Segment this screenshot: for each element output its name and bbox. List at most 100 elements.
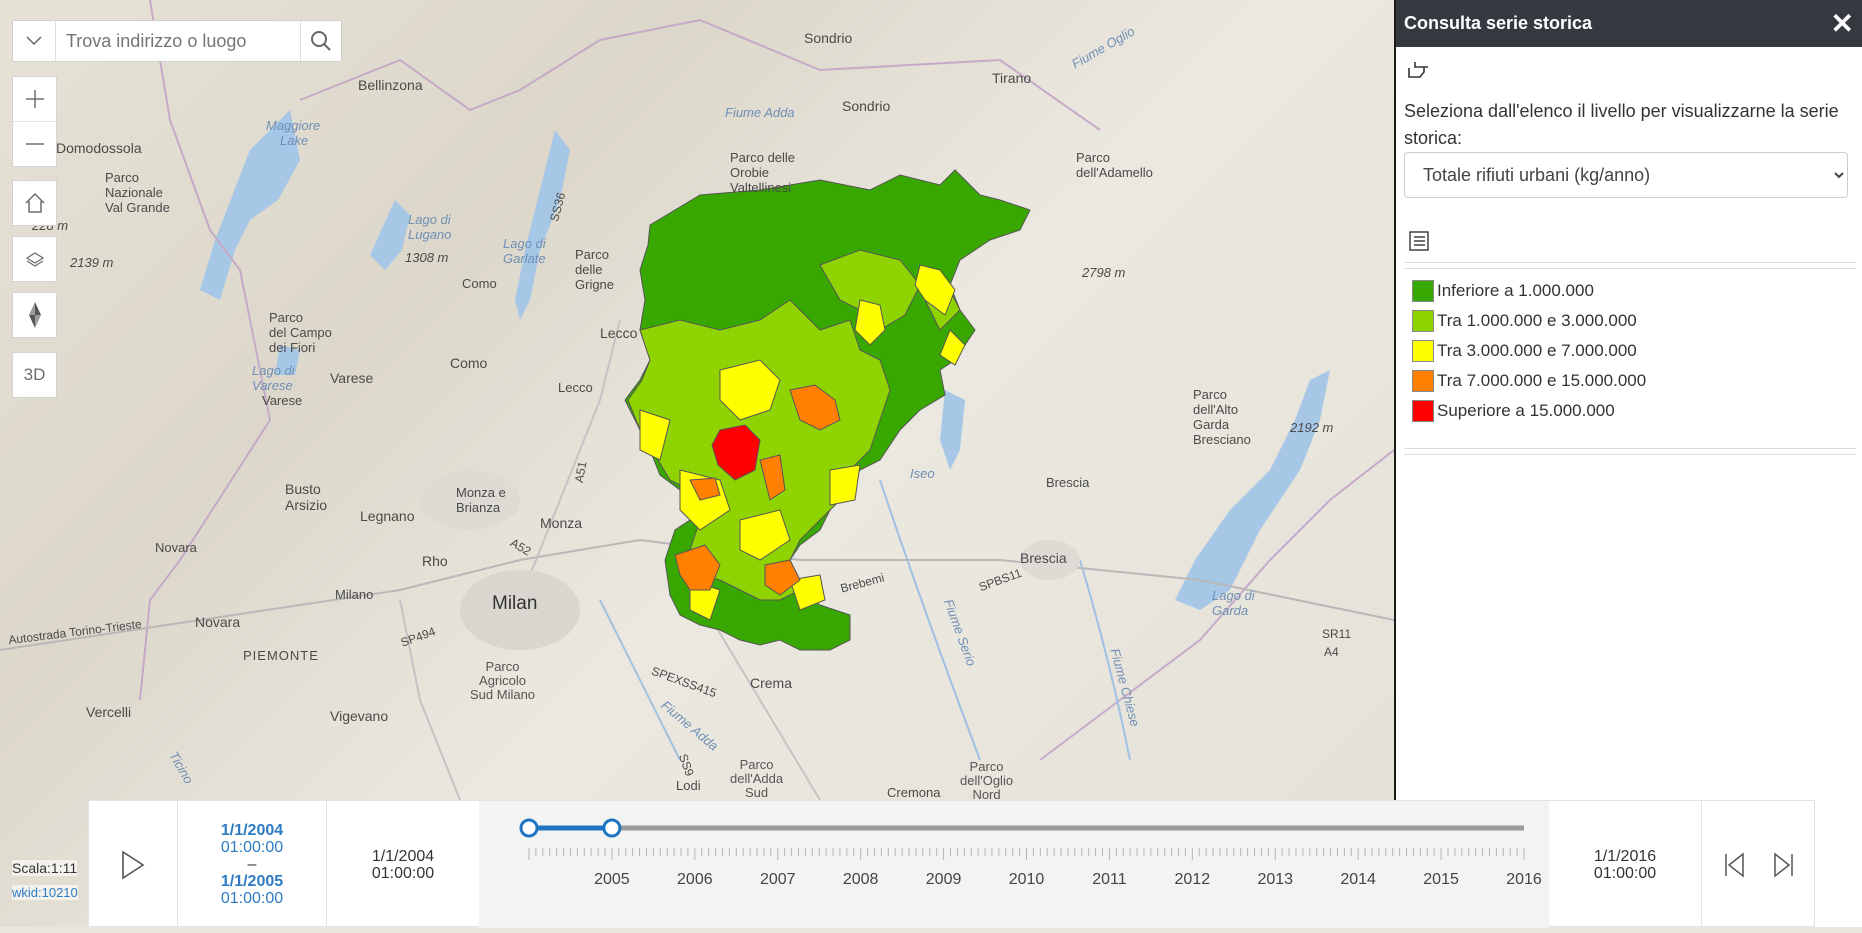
slider-thumb-end[interactable] xyxy=(602,818,622,838)
map-label: Lago di Garda xyxy=(1212,588,1255,618)
search-input[interactable] xyxy=(55,21,300,61)
map-label: Domodossola xyxy=(56,140,142,156)
map-label: 1308 m xyxy=(405,250,449,265)
map-label: Sondrio xyxy=(804,30,853,46)
year-label: 2005 xyxy=(594,871,630,888)
map-label: Parco Agricolo Sud Milano xyxy=(470,659,536,702)
year-label: 2015 xyxy=(1423,871,1459,888)
pointer-hand-icon[interactable] xyxy=(1406,58,1430,85)
wkid-readout: wkid:10210 xyxy=(12,885,78,900)
map-label: Varese xyxy=(330,370,374,386)
year-label: 2009 xyxy=(926,871,962,888)
close-icon[interactable]: ✕ xyxy=(1831,9,1854,38)
home-control xyxy=(12,180,57,226)
year-label: 2014 xyxy=(1340,871,1376,888)
map-label: SR11 xyxy=(1322,627,1352,641)
play-icon xyxy=(122,850,145,879)
layers-button[interactable] xyxy=(13,237,56,281)
divider xyxy=(1404,448,1856,449)
map-label: Parco dell'Oglio Nord xyxy=(960,759,1014,802)
time-series-panel: Consulta serie storica ✕ Seleziona dall'… xyxy=(1394,0,1862,927)
legend-swatch xyxy=(1412,370,1434,392)
next-button[interactable] xyxy=(1759,801,1809,928)
map-label: 2139 m xyxy=(70,255,114,270)
home-icon xyxy=(24,192,45,213)
slider-track-area: 2005 2006 2007 2008 2009 2010 2011 2012 2013 2014… xyxy=(479,801,1549,928)
legend-item: Tra 7.000.000 e 15.000.000 xyxy=(1412,370,1646,392)
map-label: Vigevano xyxy=(330,708,389,724)
legend-label: Tra 1.000.000 e 3.000.000 xyxy=(1437,311,1637,330)
max-time: 1/1/2016 01:00:00 xyxy=(1549,801,1701,928)
3d-button[interactable]: 3D xyxy=(13,353,56,397)
play-button[interactable] xyxy=(89,801,177,928)
min-time: 1/1/2004 01:00:00 xyxy=(327,801,479,928)
map-label: Tirano xyxy=(992,70,1032,86)
map-label: Legnano xyxy=(360,508,415,524)
scale-readout: Scala:1:11 xyxy=(12,860,78,876)
map-label: Sondrio xyxy=(842,98,891,114)
divider xyxy=(1404,454,1856,455)
panel-header: Consulta serie storica ✕ xyxy=(1396,0,1862,47)
search-source-dropdown[interactable] xyxy=(13,21,56,61)
legend-label: Inferiore a 1.000.000 xyxy=(1437,281,1594,300)
legend-swatch xyxy=(1412,340,1434,362)
year-label: 2007 xyxy=(760,871,796,888)
legend-list-icon[interactable] xyxy=(1408,230,1430,257)
legend-label: Tra 3.000.000 e 7.000.000 xyxy=(1437,341,1637,360)
year-label: 2011 xyxy=(1092,871,1127,888)
map-label: Crema xyxy=(750,675,793,691)
search-icon xyxy=(310,31,331,51)
map-label: Lodi xyxy=(676,778,701,793)
current-end-time: 01:00:00 xyxy=(220,890,284,907)
map-label: Parco dell'Adda Sud xyxy=(730,757,784,800)
map-label: Brescia xyxy=(1020,550,1067,566)
year-label: 2012 xyxy=(1175,871,1211,888)
map-label: Rho xyxy=(422,553,448,569)
map-label: A4 xyxy=(1324,645,1339,659)
slider-thumb-start[interactable] xyxy=(519,818,539,838)
layers-control xyxy=(12,236,57,282)
min-date: 1/1/2004 xyxy=(371,847,435,865)
search-widget xyxy=(12,20,342,62)
year-label: 2006 xyxy=(677,871,713,888)
plus-icon xyxy=(25,90,44,108)
step-forward-icon xyxy=(1774,851,1793,878)
map-label: Como xyxy=(462,276,497,291)
year-label: 2013 xyxy=(1257,871,1293,888)
current-end-date: 1/1/2005 xyxy=(220,873,284,890)
map-label: Busto Arsizio xyxy=(285,481,328,513)
legend-item: Inferiore a 1.000.000 xyxy=(1412,280,1594,302)
map-label: 2798 m xyxy=(1082,265,1126,280)
map-label: Lecco xyxy=(558,380,593,395)
step-back-icon xyxy=(1725,851,1744,878)
map-label: Como xyxy=(450,355,488,371)
min-time-value: 01:00:00 xyxy=(371,864,435,882)
zoom-in-button[interactable] xyxy=(13,77,56,121)
search-button[interactable] xyxy=(299,21,341,61)
previous-button[interactable] xyxy=(1709,801,1759,928)
current-start-date: 1/1/2004 xyxy=(220,822,284,839)
map-label: Lago di Lugano xyxy=(408,212,452,242)
time-slider: 1/1/2004 01:00:00 – 1/1/2005 01:00:00 1/… xyxy=(88,800,1815,928)
map-view[interactable]: Sondrio Bellinzona Tirano Sondrio Maggio… xyxy=(0,0,1394,927)
map-label: Parco dell'Adamello xyxy=(1076,150,1153,180)
compass-button[interactable] xyxy=(13,293,56,337)
zoom-out-button[interactable] xyxy=(13,121,56,166)
compass-icon xyxy=(28,302,41,328)
legend-swatch xyxy=(1412,310,1434,332)
map-label: Bellinzona xyxy=(358,77,423,93)
3d-control: 3D xyxy=(12,352,57,398)
layer-select[interactable]: Totale rifiuti urbani (kg/anno) xyxy=(1404,152,1848,198)
year-label: 2008 xyxy=(843,871,879,888)
home-button[interactable] xyxy=(13,181,56,225)
map-label: Parco dell'Alto Garda Bresciano xyxy=(1193,387,1251,447)
legend-swatch xyxy=(1412,280,1434,302)
chevron-down-icon xyxy=(26,36,42,46)
max-time-value: 01:00:00 xyxy=(1593,864,1657,882)
map-label: Lago di Garlate xyxy=(503,236,546,266)
legend-item: Tra 3.000.000 e 7.000.000 xyxy=(1412,340,1637,362)
year-label: 2010 xyxy=(1009,871,1045,888)
compass-control xyxy=(12,292,57,338)
max-date: 1/1/2016 xyxy=(1593,847,1657,865)
map-label: Varese xyxy=(262,393,303,408)
